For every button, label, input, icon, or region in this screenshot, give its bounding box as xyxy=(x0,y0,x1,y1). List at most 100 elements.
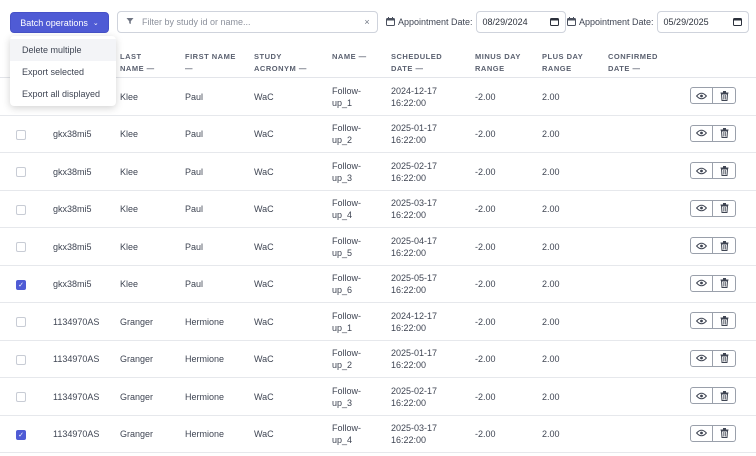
batch-operations-button[interactable]: Batch operations ⌄ xyxy=(10,12,109,33)
view-button[interactable] xyxy=(690,312,713,329)
delete-button[interactable] xyxy=(713,124,736,142)
calendar-icon[interactable] xyxy=(732,17,742,28)
view-button[interactable] xyxy=(690,274,713,292)
trash-icon xyxy=(720,278,729,288)
name-cell: Follow-up_1 xyxy=(332,78,361,116)
name-line2: up_3 xyxy=(332,172,353,183)
name-line1: Follow- xyxy=(332,123,362,134)
plus-day-range-cell: 2.00 xyxy=(542,391,560,402)
clear-filter-icon[interactable]: × xyxy=(357,17,377,27)
eye-icon xyxy=(696,317,707,325)
scheduled-time: 16:22:00 xyxy=(391,322,427,333)
row-checkbox[interactable] xyxy=(16,242,26,252)
name-line1: Follow- xyxy=(332,198,362,209)
row-actions xyxy=(690,424,736,442)
row-checkbox[interactable] xyxy=(16,317,26,327)
filter-field[interactable]: × xyxy=(117,11,378,33)
delete-button[interactable] xyxy=(713,349,736,367)
scheduled-time: 16:22:00 xyxy=(391,435,427,446)
col-last-name[interactable]: LAST NAME — xyxy=(120,51,155,75)
name-line1: Follow- xyxy=(332,160,362,171)
first-name-cell: Paul xyxy=(185,91,204,102)
name-cell: Follow-up_4 xyxy=(332,416,361,454)
last-name-cell: Granger xyxy=(120,429,154,440)
minus-day-range-cell: -2.00 xyxy=(475,279,496,290)
name-line2: up_4 xyxy=(332,435,353,446)
name-line2: up_3 xyxy=(332,397,353,408)
view-button[interactable] xyxy=(690,162,713,179)
scheduled-date: 2024-12-17 xyxy=(391,85,438,96)
menu-item-export-all-displayed[interactable]: Export all displayed xyxy=(10,83,116,105)
col-minus-line1: MINUS DAY xyxy=(475,52,521,61)
toolbar: Batch operations ⌄ × Appointment Date: 0… xyxy=(0,0,756,36)
view-button[interactable] xyxy=(690,237,713,254)
col-confirmed-line1: CONFIRMED xyxy=(608,52,658,61)
col-study-acronym-line1: STUDY xyxy=(254,52,282,61)
col-name[interactable]: NAME — xyxy=(332,51,367,63)
delete-button[interactable] xyxy=(713,199,736,217)
delete-button[interactable] xyxy=(713,87,736,104)
delete-button[interactable] xyxy=(713,237,736,254)
name-line1: Follow- xyxy=(332,348,362,359)
last-name-cell: Klee xyxy=(120,166,139,177)
delete-button[interactable] xyxy=(713,162,736,179)
view-button[interactable] xyxy=(690,199,713,217)
view-button[interactable] xyxy=(690,387,713,404)
plus-day-range-cell: 2.00 xyxy=(542,316,560,327)
eye-icon xyxy=(696,354,707,362)
row-checkbox[interactable] xyxy=(16,129,26,140)
row-checkbox[interactable] xyxy=(16,392,26,402)
col-minus-line2: RANGE xyxy=(475,64,505,73)
name-cell: Follow-up_3 xyxy=(332,153,361,191)
table-row: gkx38mi5 Klee Paul WaC Follow-up_5 2025-04-17… xyxy=(0,228,756,266)
col-study-acronym[interactable]: STUDY ACRONYM — xyxy=(254,51,307,75)
calendar-icon[interactable] xyxy=(549,17,559,28)
row-checkbox[interactable] xyxy=(16,167,26,177)
calendar-icon xyxy=(386,16,395,28)
minus-day-range-cell: -2.00 xyxy=(475,204,496,215)
name-line1: Follow- xyxy=(332,235,362,246)
col-scheduled-line2: DATE — xyxy=(391,64,424,73)
filter-input[interactable] xyxy=(142,17,357,27)
view-button[interactable] xyxy=(690,424,713,442)
row-actions xyxy=(690,312,736,329)
first-name-cell: Hermione xyxy=(185,354,225,365)
row-checkbox[interactable]: ✓ xyxy=(16,279,26,290)
study-id-cell: 1134970AS xyxy=(53,354,100,365)
name-line2: up_2 xyxy=(332,360,353,371)
menu-item-delete-multiple[interactable]: Delete multiple xyxy=(10,39,116,61)
last-name-cell: Granger xyxy=(120,316,154,327)
name-line2: up_1 xyxy=(332,97,353,108)
eye-icon xyxy=(696,279,707,287)
menu-item-export-selected[interactable]: Export selected xyxy=(10,61,116,83)
scheduled-time: 16:22:00 xyxy=(391,360,427,371)
col-confirmed-date[interactable]: CONFIRMED DATE — xyxy=(608,51,658,75)
row-checkbox[interactable]: ✓ xyxy=(16,429,26,440)
plus-day-range-cell: 2.00 xyxy=(542,429,560,440)
eye-icon xyxy=(696,392,707,400)
view-button[interactable] xyxy=(690,349,713,367)
table-row: gkx38mi5 Klee Paul WaC Follow-up_4 2025-03-17… xyxy=(0,191,756,228)
view-button[interactable] xyxy=(690,87,713,104)
col-scheduled-date[interactable]: SCHEDULED DATE — xyxy=(391,51,442,75)
appointment-date-to-input[interactable]: 05/29/2025 xyxy=(656,11,749,33)
row-checkbox[interactable] xyxy=(16,354,26,365)
view-button[interactable] xyxy=(690,124,713,142)
col-confirmed-line2: DATE — xyxy=(608,64,641,73)
eye-icon xyxy=(696,204,707,212)
delete-button[interactable] xyxy=(713,274,736,292)
appointment-date-to-value: 05/29/2025 xyxy=(663,17,709,27)
col-last-name-line1: LAST xyxy=(120,52,142,61)
scheduled-date-cell: 2025-05-17 16:22:00 xyxy=(391,266,437,304)
eye-icon xyxy=(696,167,707,175)
scheduled-date: 2025-04-17 xyxy=(391,235,438,246)
plus-day-range-cell: 2.00 xyxy=(542,129,560,140)
appointment-date-from-input[interactable]: 08/29/2024 xyxy=(475,11,566,33)
delete-button[interactable] xyxy=(713,387,736,404)
table-body: Klee Paul WaC Follow-up_1 2024-12-17 16:22:00… xyxy=(0,78,756,453)
col-first-name[interactable]: FIRST NAME — xyxy=(185,51,236,75)
delete-button[interactable] xyxy=(713,424,736,442)
last-name-cell: Klee xyxy=(120,91,139,102)
delete-button[interactable] xyxy=(713,312,736,329)
row-checkbox[interactable] xyxy=(16,204,26,215)
